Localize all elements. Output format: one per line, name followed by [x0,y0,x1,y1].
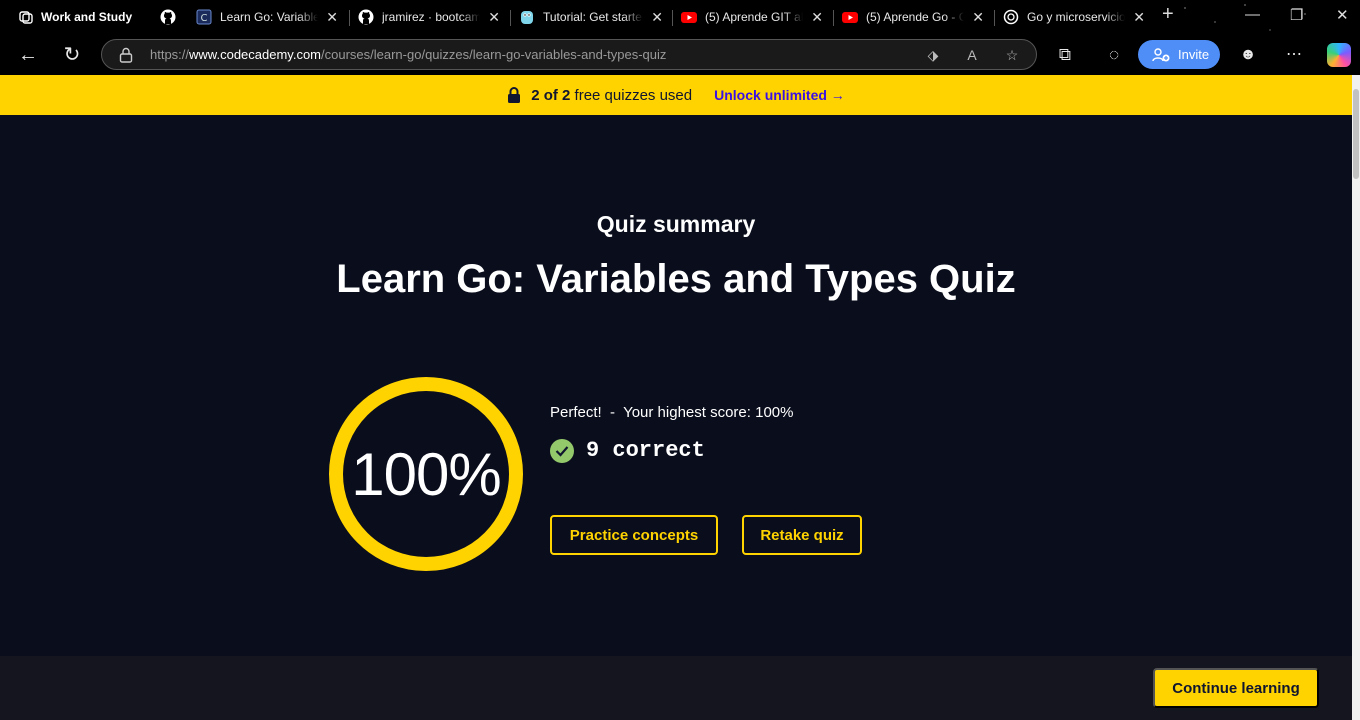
quiz-summary-page: Quiz summary Learn Go: Variables and Typ… [0,115,1352,656]
url-path: /courses/learn-go/quizzes/learn-go-varia… [321,47,667,62]
people-add-icon [1152,47,1170,61]
close-tab-icon[interactable]: ✕ [326,9,338,26]
profile-icon[interactable]: ☻ [1236,43,1260,67]
quiz-title: Learn Go: Variables and Types Quiz [336,257,1016,301]
more-menu-icon[interactable]: ⋯ [1282,43,1306,67]
favorite-star-icon[interactable]: ☆ [1003,46,1021,64]
lock-icon[interactable] [119,47,133,63]
tab-youtube-go[interactable]: (5) Aprende Go - Curso ✕ [834,4,992,30]
workspaces-icon [19,11,33,24]
tab-youtube-git[interactable]: (5) Aprende GIT ahora ✕ [673,4,831,30]
continue-learning-button[interactable]: Continue learning [1153,668,1319,708]
tab-title: (5) Aprende Go - Curso [866,10,965,24]
invite-button[interactable]: Invite [1138,40,1220,69]
quiz-usage-suffix: free quizzes used [574,86,693,104]
quiz-usage-count: 2 of 2 [531,86,571,104]
close-tab-icon[interactable]: ✕ [488,9,500,26]
tab-title: Learn Go: Variables and Types Quiz [220,10,319,24]
tag-icon[interactable]: ⬗ [924,46,942,64]
workspace-label: Work and Study [41,10,133,24]
quiz-limit-banner: 2 of 2 free quizzes used Unlock unlimite… [0,75,1352,115]
close-tab-icon[interactable]: ✕ [1133,9,1145,26]
tab-go-tutorial[interactable]: Tutorial: Get started ✕ [511,4,671,30]
footer-bar: Continue learning [0,656,1352,720]
back-icon[interactable]: ← [16,43,40,67]
restore-icon[interactable]: ❐ [1290,6,1303,24]
tab-github-pinned[interactable] [152,4,184,30]
workspace-button[interactable]: Work and Study [18,9,132,25]
browser-tab-strip: Work and Study C Learn Go: Variables and… [0,0,1360,75]
tab-title: jramirez · bootcamp [382,10,481,24]
highest-score-text: Perfect! - Your highest score: 100% [550,404,794,421]
checkmark-icon [550,438,574,463]
youtube-icon [681,9,697,25]
correct-text: 9 correct [586,438,705,463]
invite-label: Invite [1178,47,1210,62]
url-host: www.codecademy.com [189,47,322,62]
page-scrollbar[interactable] [1352,75,1360,720]
browser-toolbar: ← ↻ https://www.codecademy.com/courses/l… [0,34,1360,75]
tab-title: Tutorial: Get started [543,10,644,24]
quiz-usage-text: 2 of 2 free quizzes used [531,87,692,104]
scrollbar-thumb[interactable] [1353,89,1359,179]
tab-github-bootcamp[interactable]: jramirez · bootcamp ✕ [350,4,508,30]
read-aloud-icon[interactable]: A [963,46,981,64]
retake-quiz-button[interactable]: Retake quiz [742,515,862,555]
unlock-unlimited-link[interactable]: Unlock unlimited → [714,87,845,103]
svg-text:C: C [201,13,208,24]
codecademy-icon: C [196,9,212,25]
github-icon [160,9,176,25]
minimize-icon[interactable]: — [1245,6,1260,23]
copilot-icon[interactable] [1327,43,1351,67]
practice-concepts-button[interactable]: Practice concepts [550,515,718,555]
url-prefix: https:// [150,47,190,62]
tab-title: Go y microservicios [1027,10,1126,24]
address-bar[interactable]: https://www.codecademy.com/courses/learn… [101,39,1037,70]
refresh-icon[interactable]: ↻ [60,43,84,67]
openai-icon [1003,9,1019,25]
gopher-icon [519,9,535,25]
summary-heading: Quiz summary [596,211,756,237]
chat-icon[interactable]: ◌ [1102,43,1126,67]
close-tab-icon[interactable]: ✕ [651,9,663,26]
close-tab-icon[interactable]: ✕ [811,9,823,26]
tab-learn-go[interactable]: C Learn Go: Variables and Types Quiz ✕ [188,4,346,30]
tab-title: (5) Aprende GIT ahora [705,10,803,24]
url-text[interactable]: https://www.codecademy.com/courses/learn… [150,47,666,62]
new-tab-icon[interactable]: + [1162,3,1174,26]
lock-icon [508,87,521,103]
close-tab-icon[interactable]: ✕ [972,9,984,26]
github-icon [358,9,374,25]
extensions-icon[interactable]: ⧉ [1053,43,1077,67]
score-percent: 100% [351,440,501,508]
youtube-icon [842,9,858,25]
score-ring: 100% [329,377,523,571]
correct-count: 9 correct [550,438,705,463]
close-window-icon[interactable]: ✕ [1336,6,1349,24]
tab-chatgpt[interactable]: Go y microservicios ✕ [995,4,1153,30]
